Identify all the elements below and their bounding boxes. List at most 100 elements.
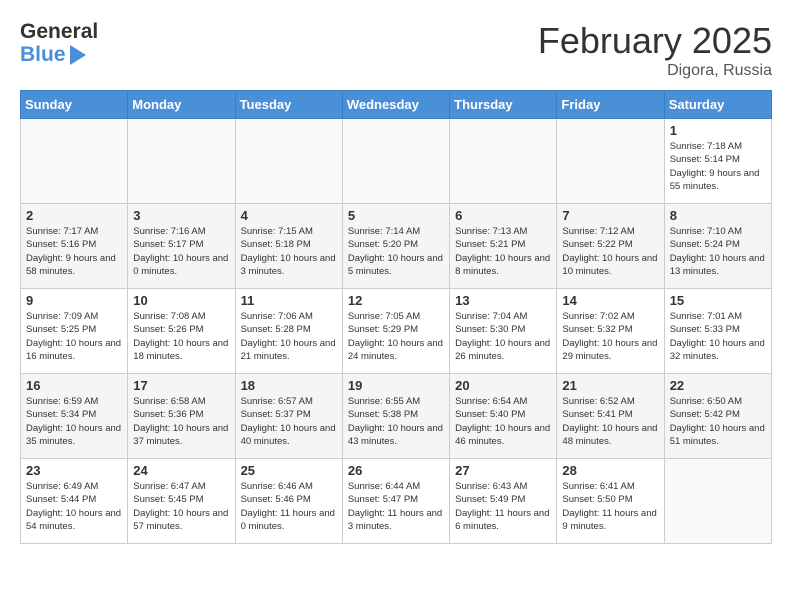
day-info: Sunrise: 6:54 AM Sunset: 5:40 PM Dayligh…	[455, 395, 551, 448]
calendar-week-4: 23 Sunrise: 6:49 AM Sunset: 5:44 PM Dayli…	[21, 459, 772, 544]
day-info: Sunrise: 7:18 AM Sunset: 5:14 PM Dayligh…	[670, 140, 766, 193]
calendar-cell: 5 Sunrise: 7:14 AM Sunset: 5:20 PM Daylig…	[342, 204, 449, 289]
day-info: Sunrise: 7:14 AM Sunset: 5:20 PM Dayligh…	[348, 225, 444, 278]
calendar-cell: 11 Sunrise: 7:06 AM Sunset: 5:28 PM Dayli…	[235, 289, 342, 374]
day-info: Sunrise: 6:58 AM Sunset: 5:36 PM Dayligh…	[133, 395, 229, 448]
calendar-cell	[450, 119, 557, 204]
day-info: Sunrise: 7:05 AM Sunset: 5:29 PM Dayligh…	[348, 310, 444, 363]
calendar-cell: 1 Sunrise: 7:18 AM Sunset: 5:14 PM Daylig…	[664, 119, 771, 204]
day-info: Sunrise: 6:49 AM Sunset: 5:44 PM Dayligh…	[26, 480, 122, 533]
day-number: 4	[241, 208, 337, 223]
col-header-sunday: Sunday	[21, 91, 128, 119]
day-number: 8	[670, 208, 766, 223]
day-number: 19	[348, 378, 444, 393]
day-info: Sunrise: 7:09 AM Sunset: 5:25 PM Dayligh…	[26, 310, 122, 363]
day-info: Sunrise: 7:10 AM Sunset: 5:24 PM Dayligh…	[670, 225, 766, 278]
day-number: 20	[455, 378, 551, 393]
calendar-cell: 23 Sunrise: 6:49 AM Sunset: 5:44 PM Dayli…	[21, 459, 128, 544]
day-number: 21	[562, 378, 658, 393]
calendar-week-2: 9 Sunrise: 7:09 AM Sunset: 5:25 PM Daylig…	[21, 289, 772, 374]
day-number: 26	[348, 463, 444, 478]
calendar-cell: 14 Sunrise: 7:02 AM Sunset: 5:32 PM Dayli…	[557, 289, 664, 374]
col-header-thursday: Thursday	[450, 91, 557, 119]
logo: General Blue	[20, 20, 98, 66]
day-info: Sunrise: 6:50 AM Sunset: 5:42 PM Dayligh…	[670, 395, 766, 448]
calendar-cell: 18 Sunrise: 6:57 AM Sunset: 5:37 PM Dayli…	[235, 374, 342, 459]
calendar-cell: 12 Sunrise: 7:05 AM Sunset: 5:29 PM Dayli…	[342, 289, 449, 374]
col-header-wednesday: Wednesday	[342, 91, 449, 119]
calendar-cell: 19 Sunrise: 6:55 AM Sunset: 5:38 PM Dayli…	[342, 374, 449, 459]
day-info: Sunrise: 7:13 AM Sunset: 5:21 PM Dayligh…	[455, 225, 551, 278]
day-info: Sunrise: 7:17 AM Sunset: 5:16 PM Dayligh…	[26, 225, 122, 278]
calendar-cell: 21Sunrise: 6:52 AM Sunset: 5:41 PM Dayli…	[557, 374, 664, 459]
day-info: Sunrise: 6:57 AM Sunset: 5:37 PM Dayligh…	[241, 395, 337, 448]
calendar-cell: 7 Sunrise: 7:12 AM Sunset: 5:22 PM Daylig…	[557, 204, 664, 289]
day-info: Sunrise: 7:08 AM Sunset: 5:26 PM Dayligh…	[133, 310, 229, 363]
calendar-header-row: SundayMondayTuesdayWednesdayThursdayFrid…	[21, 91, 772, 119]
calendar-week-1: 2 Sunrise: 7:17 AM Sunset: 5:16 PM Daylig…	[21, 204, 772, 289]
calendar-table: SundayMondayTuesdayWednesdayThursdayFrid…	[20, 90, 772, 544]
logo-general: General	[20, 20, 98, 43]
day-number: 3	[133, 208, 229, 223]
month-title: February 2025	[538, 20, 772, 62]
day-number: 23	[26, 463, 122, 478]
calendar-cell: 25 Sunrise: 6:46 AM Sunset: 5:46 PM Dayli…	[235, 459, 342, 544]
calendar-cell	[342, 119, 449, 204]
calendar-cell	[128, 119, 235, 204]
day-number: 22	[670, 378, 766, 393]
calendar-cell: 15 Sunrise: 7:01 AM Sunset: 5:33 PM Dayli…	[664, 289, 771, 374]
day-number: 7	[562, 208, 658, 223]
title-block: February 2025 Digora, Russia	[538, 20, 772, 80]
calendar-cell: 10 Sunrise: 7:08 AM Sunset: 5:26 PM Dayli…	[128, 289, 235, 374]
calendar-cell: 22 Sunrise: 6:50 AM Sunset: 5:42 PM Dayli…	[664, 374, 771, 459]
day-number: 25	[241, 463, 337, 478]
day-number: 16	[26, 378, 122, 393]
logo-blue: Blue	[20, 43, 66, 66]
day-number: 2	[26, 208, 122, 223]
calendar-cell: 16Sunrise: 6:59 AM Sunset: 5:34 PM Dayli…	[21, 374, 128, 459]
day-info: Sunrise: 7:16 AM Sunset: 5:17 PM Dayligh…	[133, 225, 229, 278]
day-number: 17	[133, 378, 229, 393]
day-info: Sunrise: 7:12 AM Sunset: 5:22 PM Dayligh…	[562, 225, 658, 278]
day-number: 1	[670, 123, 766, 138]
day-number: 24	[133, 463, 229, 478]
calendar-week-3: 16Sunrise: 6:59 AM Sunset: 5:34 PM Dayli…	[21, 374, 772, 459]
page-header: General Blue February 2025 Digora, Russi…	[20, 20, 772, 80]
calendar-cell: 6Sunrise: 7:13 AM Sunset: 5:21 PM Daylig…	[450, 204, 557, 289]
day-info: Sunrise: 7:15 AM Sunset: 5:18 PM Dayligh…	[241, 225, 337, 278]
col-header-tuesday: Tuesday	[235, 91, 342, 119]
calendar-cell: 27Sunrise: 6:43 AM Sunset: 5:49 PM Dayli…	[450, 459, 557, 544]
day-number: 13	[455, 293, 551, 308]
day-info: Sunrise: 6:46 AM Sunset: 5:46 PM Dayligh…	[241, 480, 337, 533]
calendar-cell	[235, 119, 342, 204]
calendar-cell: 20 Sunrise: 6:54 AM Sunset: 5:40 PM Dayli…	[450, 374, 557, 459]
day-number: 11	[241, 293, 337, 308]
day-info: Sunrise: 7:06 AM Sunset: 5:28 PM Dayligh…	[241, 310, 337, 363]
day-info: Sunrise: 6:47 AM Sunset: 5:45 PM Dayligh…	[133, 480, 229, 533]
day-number: 15	[670, 293, 766, 308]
day-info: Sunrise: 6:55 AM Sunset: 5:38 PM Dayligh…	[348, 395, 444, 448]
day-number: 10	[133, 293, 229, 308]
day-number: 12	[348, 293, 444, 308]
calendar-cell	[21, 119, 128, 204]
day-number: 9	[26, 293, 122, 308]
day-number: 5	[348, 208, 444, 223]
logo-arrow-icon	[70, 45, 86, 65]
location: Digora, Russia	[538, 62, 772, 80]
day-info: Sunrise: 7:01 AM Sunset: 5:33 PM Dayligh…	[670, 310, 766, 363]
col-header-saturday: Saturday	[664, 91, 771, 119]
day-number: 28	[562, 463, 658, 478]
day-info: Sunrise: 6:44 AM Sunset: 5:47 PM Dayligh…	[348, 480, 444, 533]
calendar-cell: 2 Sunrise: 7:17 AM Sunset: 5:16 PM Daylig…	[21, 204, 128, 289]
calendar-cell: 26 Sunrise: 6:44 AM Sunset: 5:47 PM Dayli…	[342, 459, 449, 544]
calendar-cell	[664, 459, 771, 544]
calendar-cell	[557, 119, 664, 204]
calendar-cell: 24 Sunrise: 6:47 AM Sunset: 5:45 PM Dayli…	[128, 459, 235, 544]
calendar-cell: 4 Sunrise: 7:15 AM Sunset: 5:18 PM Daylig…	[235, 204, 342, 289]
calendar-cell: 9 Sunrise: 7:09 AM Sunset: 5:25 PM Daylig…	[21, 289, 128, 374]
day-number: 14	[562, 293, 658, 308]
day-info: Sunrise: 7:02 AM Sunset: 5:32 PM Dayligh…	[562, 310, 658, 363]
day-info: Sunrise: 6:41 AM Sunset: 5:50 PM Dayligh…	[562, 480, 658, 533]
calendar-cell: 17 Sunrise: 6:58 AM Sunset: 5:36 PM Dayli…	[128, 374, 235, 459]
day-number: 18	[241, 378, 337, 393]
